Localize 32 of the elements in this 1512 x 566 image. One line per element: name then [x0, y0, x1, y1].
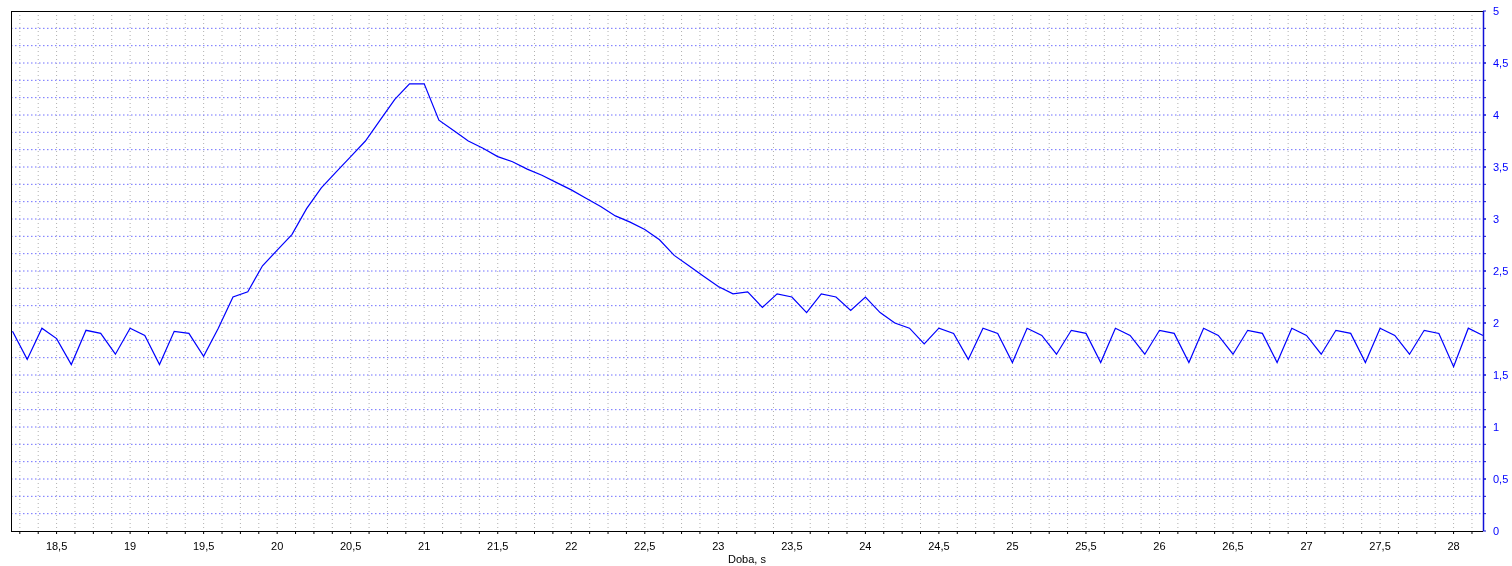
y-tick-label: 2,5 [1493, 265, 1509, 277]
y-tick-label: 5 [1493, 5, 1500, 17]
x-tick-label: 21 [418, 540, 431, 552]
x-tick-label: 20,5 [340, 540, 362, 552]
y-tick-label: 1 [1493, 421, 1500, 433]
x-tick-label: 23,5 [781, 540, 803, 552]
x-tick-label: 27,5 [1369, 540, 1391, 552]
y-tick-label: 1,5 [1493, 369, 1509, 381]
x-tick-label: 25 [1006, 540, 1019, 552]
x-tick-label: 23 [712, 540, 725, 552]
x-tick-label: 21,5 [487, 540, 509, 552]
x-tick-label: 20 [271, 540, 284, 552]
x-tick-label: 26,5 [1222, 540, 1244, 552]
x-tick-label: 27 [1300, 540, 1313, 552]
x-tick-label: 25,5 [1075, 540, 1097, 552]
y-tick-label: 4 [1493, 109, 1500, 121]
x-tick-label: 24,5 [928, 540, 950, 552]
x-tick-label: 22 [565, 540, 578, 552]
x-tick-label: 28 [1447, 540, 1460, 552]
y-tick-label: 0 [1493, 525, 1500, 537]
y-tick-label: 2 [1493, 317, 1500, 329]
x-tick-label: 24 [859, 540, 872, 552]
x-tick-label: 22,5 [634, 540, 656, 552]
y-tick-label: 4,5 [1493, 57, 1509, 69]
x-tick-label: 19,5 [192, 540, 215, 552]
y-tick-label: 3 [1493, 213, 1500, 225]
x-tick-label: 26 [1153, 540, 1166, 552]
x-tick-label: 18,5 [45, 540, 68, 552]
x-tick-label: 19 [124, 540, 137, 552]
y-tick-label: 3,5 [1493, 161, 1509, 173]
axis-title: Doba, s [728, 553, 766, 565]
y-tick-label: 0,5 [1493, 473, 1509, 485]
